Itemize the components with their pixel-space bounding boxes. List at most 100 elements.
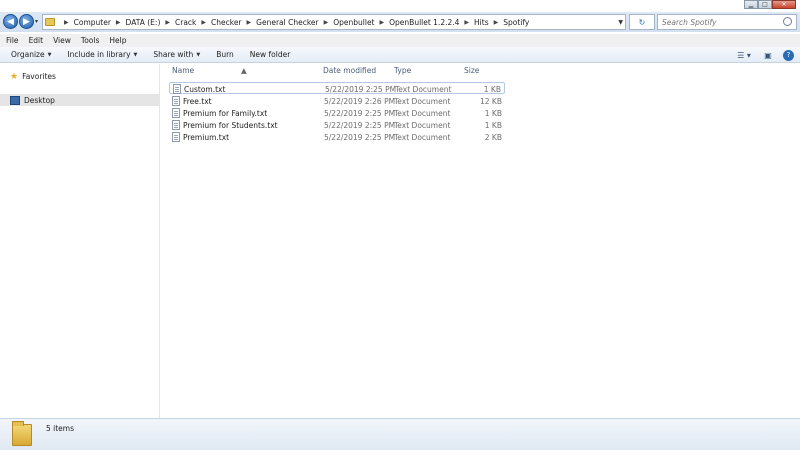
menu-edit[interactable]: Edit (29, 36, 44, 45)
file-name: Free.txt (183, 97, 212, 106)
dropdown-arrow-icon: ▼ (133, 51, 138, 58)
file-date: 5/22/2019 2:26 PM (324, 97, 396, 106)
new-folder-button[interactable]: New folder (250, 50, 291, 59)
chevron-right-icon[interactable]: ▶ (494, 19, 499, 26)
file-size: 1 KB (483, 85, 501, 94)
share-with-button[interactable]: Share with ▼ (153, 50, 200, 59)
column-header-type[interactable]: Type (394, 66, 411, 75)
chevron-right-icon[interactable]: ▶ (201, 19, 206, 26)
column-header-size[interactable]: Size (464, 66, 479, 75)
file-size: 12 KB (480, 97, 502, 106)
file-name: Custom.txt (184, 85, 226, 94)
file-date: 5/22/2019 2:25 PM (325, 85, 397, 94)
folder-icon (12, 421, 32, 446)
dropdown-arrow-icon: ▼ (196, 51, 201, 58)
file-name: Premium for Students.txt (183, 121, 278, 130)
file-row[interactable]: Premium.txt 5/22/2019 2:25 PM Text Docum… (169, 131, 505, 143)
column-headers: ▲ Name Date modified Type Size (161, 66, 800, 78)
breadcrumb-item[interactable]: Computer (74, 18, 111, 27)
minimize-button[interactable]: ▁ (744, 0, 758, 9)
chevron-down-icon[interactable]: ▼ (618, 19, 623, 26)
window-controls: ▁ □ ✕ (744, 0, 796, 9)
chevron-right-icon[interactable]: ▶ (380, 19, 385, 26)
preview-pane-icon[interactable]: ▣ (759, 49, 777, 61)
breadcrumb-item[interactable]: Checker (211, 18, 242, 27)
file-date: 5/22/2019 2:25 PM (324, 133, 396, 142)
burn-button[interactable]: Burn (216, 50, 234, 59)
breadcrumb-item[interactable]: Crack (175, 18, 196, 27)
file-type: Text Document (394, 97, 451, 106)
new-folder-label: New folder (249, 50, 291, 59)
column-header-name[interactable]: Name (172, 66, 194, 75)
breadcrumb-item[interactable]: General Checker (256, 18, 318, 27)
file-row[interactable]: Free.txt 5/22/2019 2:26 PM Text Document… (169, 95, 505, 107)
file-date: 5/22/2019 2:25 PM (324, 121, 396, 130)
sidebar-item-label: Favorites (22, 71, 56, 81)
text-file-icon (172, 108, 180, 118)
change-view-icon[interactable]: ☰ ▾ (735, 49, 753, 61)
file-name: Premium.txt (183, 133, 230, 142)
menu-tools[interactable]: Tools (81, 36, 99, 45)
back-button[interactable]: ◀ (3, 14, 18, 29)
sort-ascending-icon: ▲ (241, 66, 247, 75)
include-in-library-button[interactable]: Include in library ▼ (67, 50, 137, 59)
menu-bar: File Edit View Tools Help (0, 34, 800, 47)
breadcrumb-item[interactable]: OpenBullet 1.2.2.4 (389, 18, 459, 27)
address-bar[interactable]: ▶ Computer ▶ DATA (E:) ▶ Crack ▶ Checker… (42, 14, 626, 30)
desktop-icon (10, 95, 20, 105)
file-row[interactable]: Premium for Students.txt 5/22/2019 2:25 … (169, 119, 505, 131)
search-box[interactable] (657, 14, 797, 30)
organize-label: Organize (11, 50, 45, 59)
address-row: ◀ ▶ ▾ ▶ Computer ▶ DATA (E:) ▶ Crack ▶ C… (0, 12, 800, 32)
folder-icon (45, 18, 55, 26)
star-icon: ★ (10, 71, 19, 82)
breadcrumb: ▶ Computer ▶ DATA (E:) ▶ Crack ▶ Checker… (59, 18, 529, 27)
chevron-right-icon[interactable]: ▶ (116, 19, 121, 26)
close-button[interactable]: ✕ (772, 0, 796, 9)
breadcrumb-item[interactable]: DATA (E:) (126, 18, 161, 27)
chevron-right-icon[interactable]: ▶ (247, 19, 252, 26)
maximize-button[interactable]: □ (758, 0, 772, 9)
chevron-right-icon[interactable]: ▶ (464, 19, 469, 26)
organize-button[interactable]: Organize ▼ (11, 50, 51, 59)
chevron-right-icon[interactable]: ▶ (64, 19, 69, 26)
file-date: 5/22/2019 2:25 PM (324, 109, 396, 118)
chevron-right-icon[interactable]: ▶ (165, 19, 170, 26)
breadcrumb-item[interactable]: Spotify (503, 18, 529, 27)
search-input[interactable] (658, 15, 768, 29)
menu-help[interactable]: Help (109, 36, 126, 45)
text-file-icon (172, 132, 180, 142)
breadcrumb-item[interactable]: Openbullet (333, 18, 374, 27)
file-type: Text Document (394, 121, 451, 130)
menu-view[interactable]: View (53, 36, 71, 45)
file-list: ▲ Name Date modified Type Size Custom.tx… (161, 64, 800, 418)
file-type: Text Document (395, 85, 452, 94)
file-row[interactable]: Premium for Family.txt 5/22/2019 2:25 PM… (169, 107, 505, 119)
dropdown-arrow-icon: ▼ (47, 51, 52, 58)
navigation-pane: ★ Favorites Desktop (0, 64, 160, 418)
recent-pages-icon[interactable]: ▾ (35, 18, 38, 25)
file-size: 2 KB (484, 133, 502, 142)
file-size: 1 KB (484, 109, 502, 118)
text-file-icon (172, 96, 180, 106)
chevron-right-icon[interactable]: ▶ (324, 19, 329, 26)
view-controls: ☰ ▾ ▣ ? (729, 49, 794, 61)
help-icon[interactable]: ? (783, 49, 794, 61)
file-type: Text Document (394, 133, 451, 142)
file-name: Premium for Family.txt (183, 109, 268, 118)
command-bar: Organize ▼ Include in library ▼ Share with… (0, 47, 800, 63)
search-icon (783, 17, 792, 26)
file-size: 1 KB (484, 121, 502, 130)
text-file-icon (173, 84, 181, 94)
file-row[interactable]: Custom.txt 5/22/2019 2:25 PM Text Docume… (169, 82, 505, 94)
breadcrumb-item[interactable]: Hits (474, 18, 489, 27)
sidebar-item-favorites[interactable]: ★ Favorites (0, 70, 160, 82)
burn-label: Burn (216, 50, 234, 59)
column-header-date-modified[interactable]: Date modified (323, 66, 376, 75)
sidebar-item-desktop[interactable]: Desktop (0, 94, 160, 106)
sidebar-item-label: Desktop (24, 95, 55, 105)
menu-file[interactable]: File (6, 36, 19, 45)
refresh-button[interactable]: ↻ (629, 14, 655, 30)
details-pane: 5 items (0, 418, 800, 450)
forward-button[interactable]: ▶ (19, 14, 34, 29)
